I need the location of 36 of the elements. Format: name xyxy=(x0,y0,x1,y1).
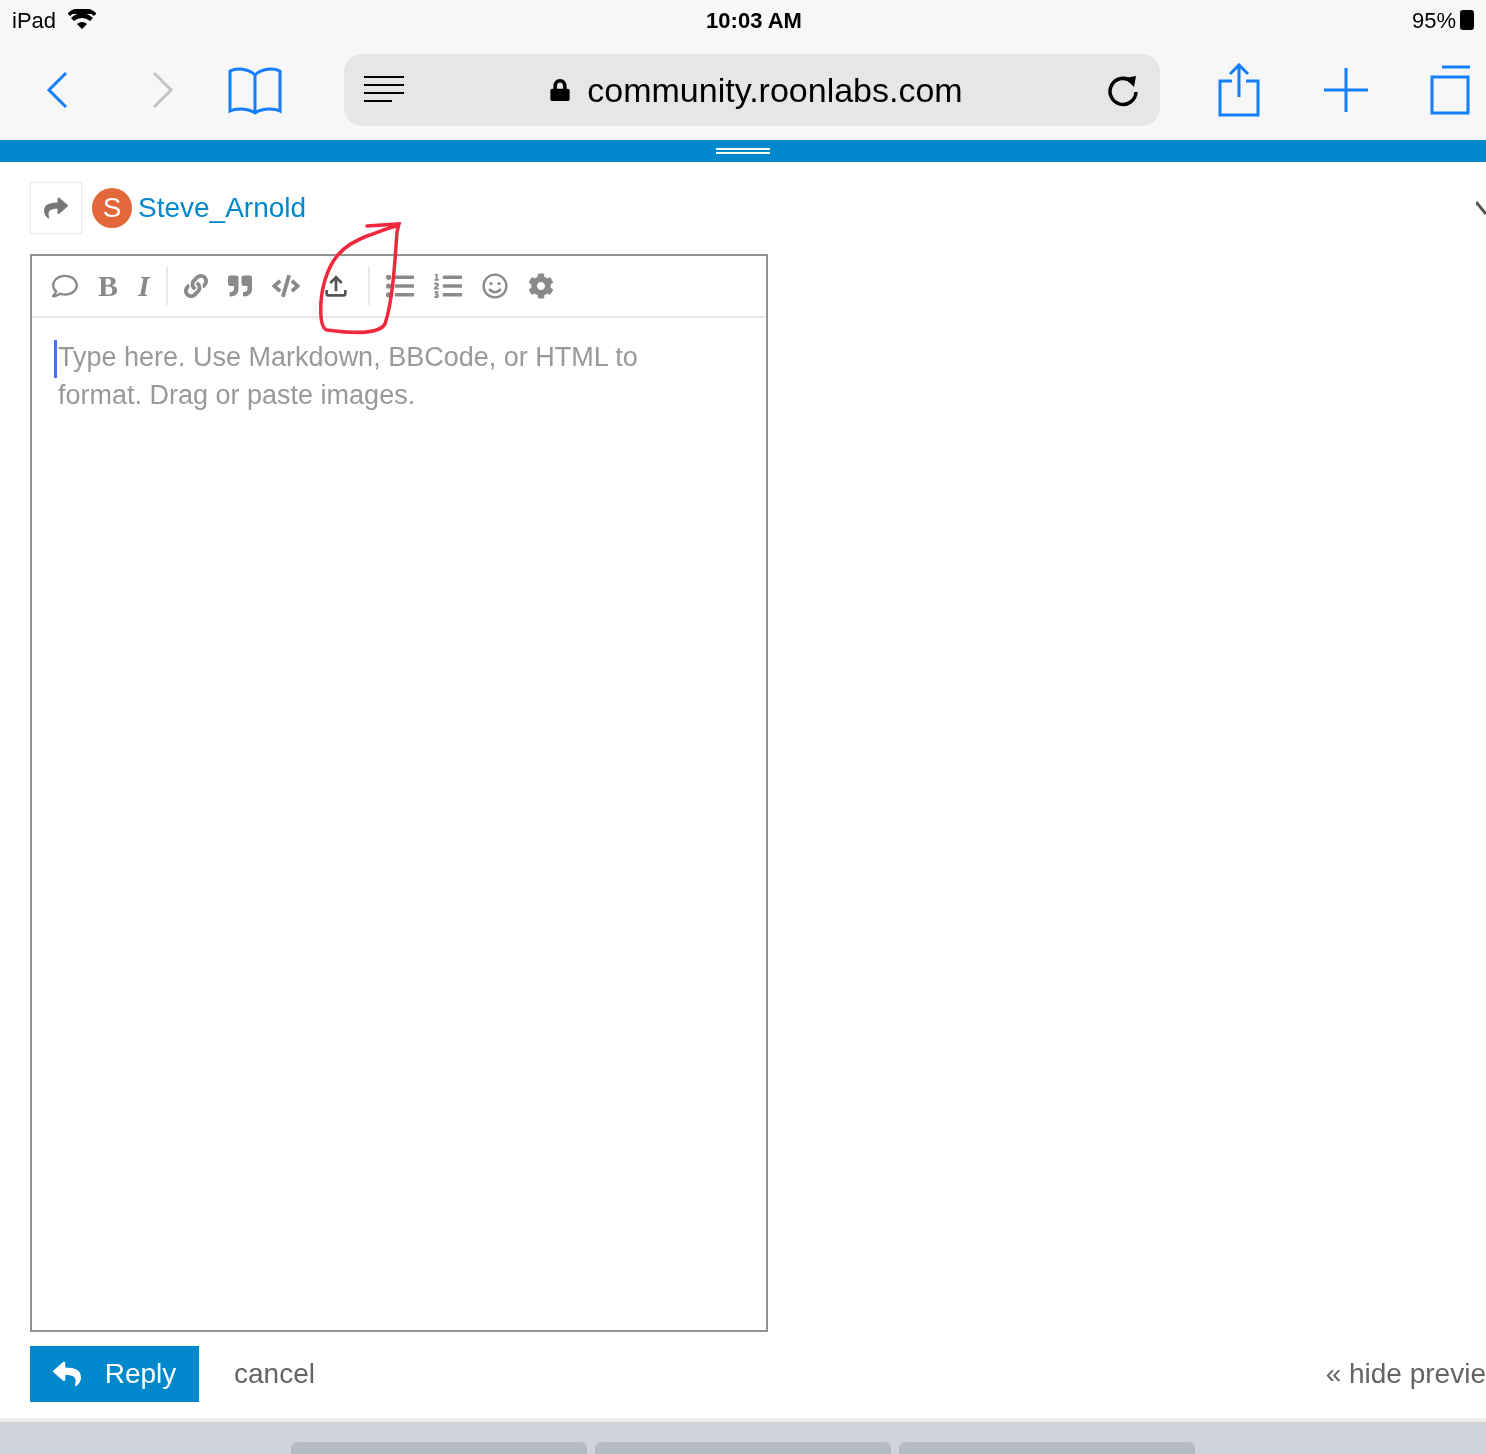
wifi-icon xyxy=(68,9,97,31)
hide-preview-link[interactable]: « hide previe xyxy=(1325,1353,1486,1395)
italic-button[interactable]: I xyxy=(138,271,150,301)
battery-icon xyxy=(1460,10,1474,30)
bookmarks-icon[interactable] xyxy=(228,65,282,115)
cancel-link[interactable]: cancel xyxy=(234,1353,315,1395)
url-text: community.roonlabs.com xyxy=(587,69,963,111)
share-icon[interactable] xyxy=(1218,63,1260,117)
text-cursor xyxy=(54,340,57,378)
share-arrow-icon xyxy=(44,196,68,220)
comment-icon[interactable] xyxy=(52,273,78,299)
reply-to-button[interactable] xyxy=(30,182,82,234)
new-tab-icon[interactable] xyxy=(1324,68,1368,112)
quote-icon[interactable] xyxy=(227,274,252,298)
smiley-icon[interactable] xyxy=(481,273,508,299)
code-icon[interactable] xyxy=(271,272,300,300)
lock-icon xyxy=(549,79,572,101)
clock-time: 10:03 AM xyxy=(706,6,802,35)
link-icon[interactable] xyxy=(183,274,208,298)
chevron-icon[interactable] xyxy=(1476,200,1486,216)
drag-handle-icon[interactable] xyxy=(716,148,770,154)
user-avatar: S xyxy=(92,188,132,228)
bold-button[interactable]: B xyxy=(98,271,118,301)
tabs-icon[interactable] xyxy=(1430,65,1470,115)
username-link[interactable]: Steve_Arnold xyxy=(138,187,307,229)
address-bar[interactable]: community.roonlabs.com xyxy=(344,54,1160,126)
bulleted-list-icon[interactable] xyxy=(385,272,414,300)
reply-button[interactable]: Reply xyxy=(30,1346,199,1402)
composer-editor[interactable]: B I Type here. Use Markdown, BBCode, or HTML to format. Drag or paste images. xyxy=(30,254,768,1332)
settings-icon[interactable] xyxy=(527,273,554,299)
reply-arrow-icon xyxy=(52,1360,81,1388)
reader-icon[interactable] xyxy=(364,75,406,105)
device-name: iPad xyxy=(12,6,57,35)
numbered-list-icon[interactable] xyxy=(433,272,462,300)
battery-percentage: 95% xyxy=(1411,6,1456,35)
reply-input-field[interactable]: Type here. Use Markdown, BBCode, or HTML to format. Drag or paste images. xyxy=(52,338,692,1298)
